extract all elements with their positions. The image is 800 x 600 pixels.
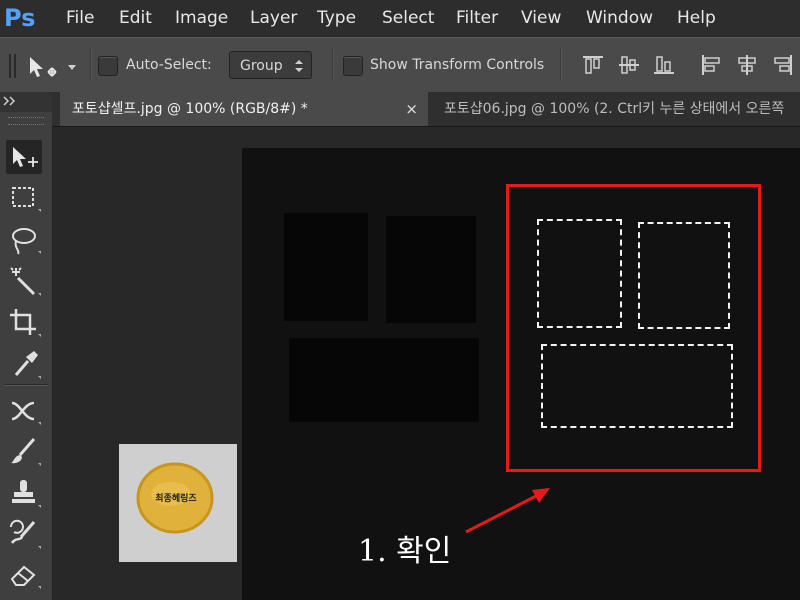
move-cross-icon xyxy=(47,67,57,77)
panel-grip-icon xyxy=(8,117,44,125)
menu-select[interactable]: Select xyxy=(382,0,434,36)
menu-edit[interactable]: Edit xyxy=(119,0,152,36)
align-horizontal-centers-icon[interactable] xyxy=(736,54,758,76)
align-left-edges-icon[interactable] xyxy=(700,54,722,76)
tool-separator xyxy=(4,384,48,386)
marquee-tool-icon[interactable] xyxy=(6,180,42,214)
move-tool-preset-button[interactable] xyxy=(26,52,82,82)
align-top-edges-icon[interactable] xyxy=(582,54,604,76)
tab-photoshop06[interactable]: 포토샵06.jpg @ 100% (2. Ctrl키 누른 상태에서 오른쪽 xyxy=(430,92,800,126)
lasso-tool-icon[interactable] xyxy=(6,222,42,256)
close-icon[interactable]: × xyxy=(405,92,418,126)
document-tab-bar: 포토샵셀프.jpg @ 100% (RGB/8#) * × 포토샵06.jpg … xyxy=(52,92,800,127)
highlight-box xyxy=(506,184,761,472)
history-brush-tool-icon[interactable] xyxy=(6,517,42,551)
annotation-label: 1. 확인 xyxy=(358,534,452,569)
menu-type[interactable]: Type xyxy=(317,0,356,36)
move-tool-icon[interactable] xyxy=(6,140,42,174)
tools-panel-header xyxy=(0,92,52,112)
eyedropper-tool-icon[interactable] xyxy=(6,347,42,381)
menu-image[interactable]: Image xyxy=(175,0,228,36)
photoshop-logo: Ps xyxy=(4,4,36,32)
crop-tool-icon[interactable] xyxy=(6,305,42,339)
align-bottom-edges-icon[interactable] xyxy=(653,54,675,76)
annotation-arrow-icon xyxy=(465,488,550,534)
auto-select-checkbox[interactable] xyxy=(98,56,118,76)
show-transform-label: Show Transform Controls xyxy=(370,57,545,73)
options-separator xyxy=(90,47,92,81)
menu-filter[interactable]: Filter xyxy=(456,0,498,36)
options-separator xyxy=(560,47,562,81)
canvas-shape-right xyxy=(386,216,476,323)
move-arrow-icon xyxy=(30,57,43,77)
menu-view[interactable]: View xyxy=(521,0,561,36)
tab-label: 포토샵셀프.jpg @ 100% (RGB/8#) * xyxy=(72,101,308,117)
healing-brush-tool-icon[interactable] xyxy=(6,393,42,427)
tab-label: 포토샵06.jpg @ 100% (2. Ctrl키 누른 상태에서 오른쪽 xyxy=(444,101,785,117)
magic-wand-tool-icon[interactable] xyxy=(6,264,42,298)
chevron-down-icon xyxy=(68,65,76,70)
updown-icon xyxy=(295,60,303,72)
options-separator xyxy=(332,47,334,81)
align-vertical-centers-icon[interactable] xyxy=(618,54,640,76)
clone-stamp-tool-icon[interactable] xyxy=(6,476,42,510)
show-transform-checkbox[interactable] xyxy=(343,56,363,76)
thumbnail-image: 최종헤링즈 xyxy=(119,444,237,562)
brush-tool-icon[interactable] xyxy=(6,434,42,468)
menu-file[interactable]: File xyxy=(66,0,94,36)
auto-select-label: Auto-Select: xyxy=(126,57,212,73)
grip-icon xyxy=(6,52,20,80)
eraser-tool-icon[interactable] xyxy=(6,557,42,591)
menu-window[interactable]: Window xyxy=(586,0,653,36)
auto-select-value: Group xyxy=(240,58,283,74)
canvas-shape-left xyxy=(284,213,368,321)
menu-layer[interactable]: Layer xyxy=(250,0,297,36)
canvas-shape-bottom xyxy=(289,338,479,422)
badge-text: 최종헤링즈 xyxy=(155,494,197,504)
tab-photoshop-self[interactable]: 포토샵셀프.jpg @ 100% (RGB/8#) * × xyxy=(60,92,428,126)
auto-select-dropdown[interactable]: Group xyxy=(229,51,312,79)
menu-help[interactable]: Help xyxy=(677,0,716,36)
collapse-panel-icon[interactable] xyxy=(3,96,17,106)
align-right-edges-icon[interactable] xyxy=(772,54,794,76)
